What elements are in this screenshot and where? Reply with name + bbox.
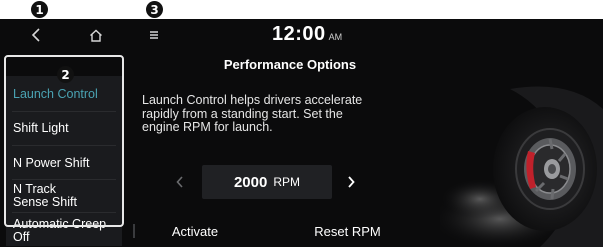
chevron-left-icon bbox=[176, 176, 183, 188]
reset-rpm-button[interactable]: Reset RPM bbox=[290, 216, 405, 246]
rpm-decrease-button[interactable] bbox=[170, 171, 190, 193]
chevron-right-icon bbox=[348, 176, 355, 188]
menu-icon[interactable] bbox=[145, 26, 163, 44]
rpm-value-display: 2000 RPM bbox=[202, 165, 332, 199]
status-bar: 12:00 AM bbox=[0, 19, 603, 49]
rpm-value: 2000 bbox=[233, 173, 268, 191]
clock-time: 12:00 bbox=[272, 23, 326, 45]
back-icon[interactable] bbox=[27, 26, 45, 44]
wheel-illustration bbox=[440, 79, 603, 247]
action-bar: Activate Reset RPM bbox=[130, 216, 420, 246]
button-divider bbox=[133, 224, 135, 238]
head-unit-screen: 12:00 AM Performance Options Launch Contr… bbox=[0, 19, 603, 247]
description-line: engine RPM for launch. bbox=[142, 120, 273, 134]
clock-ampm: AM bbox=[328, 32, 343, 42]
callout-3: 3 bbox=[146, 1, 163, 18]
description: Launch Control helps drivers accelerate … bbox=[142, 93, 392, 135]
sidebar-item-label: Off bbox=[13, 230, 30, 244]
callout-2: 2 bbox=[57, 66, 74, 83]
rpm-increase-button[interactable] bbox=[341, 171, 361, 193]
clock: 12:00 AM bbox=[272, 23, 342, 46]
callout-1: 1 bbox=[31, 1, 48, 18]
rpm-unit: RPM bbox=[273, 175, 301, 189]
home-icon[interactable] bbox=[87, 26, 105, 44]
page-title: Performance Options bbox=[223, 57, 357, 72]
description-line: Launch Control helps drivers accelerate bbox=[142, 93, 363, 107]
activate-button[interactable]: Activate bbox=[150, 216, 240, 246]
description-line: rapidly from a standing start. Set the bbox=[142, 106, 343, 121]
